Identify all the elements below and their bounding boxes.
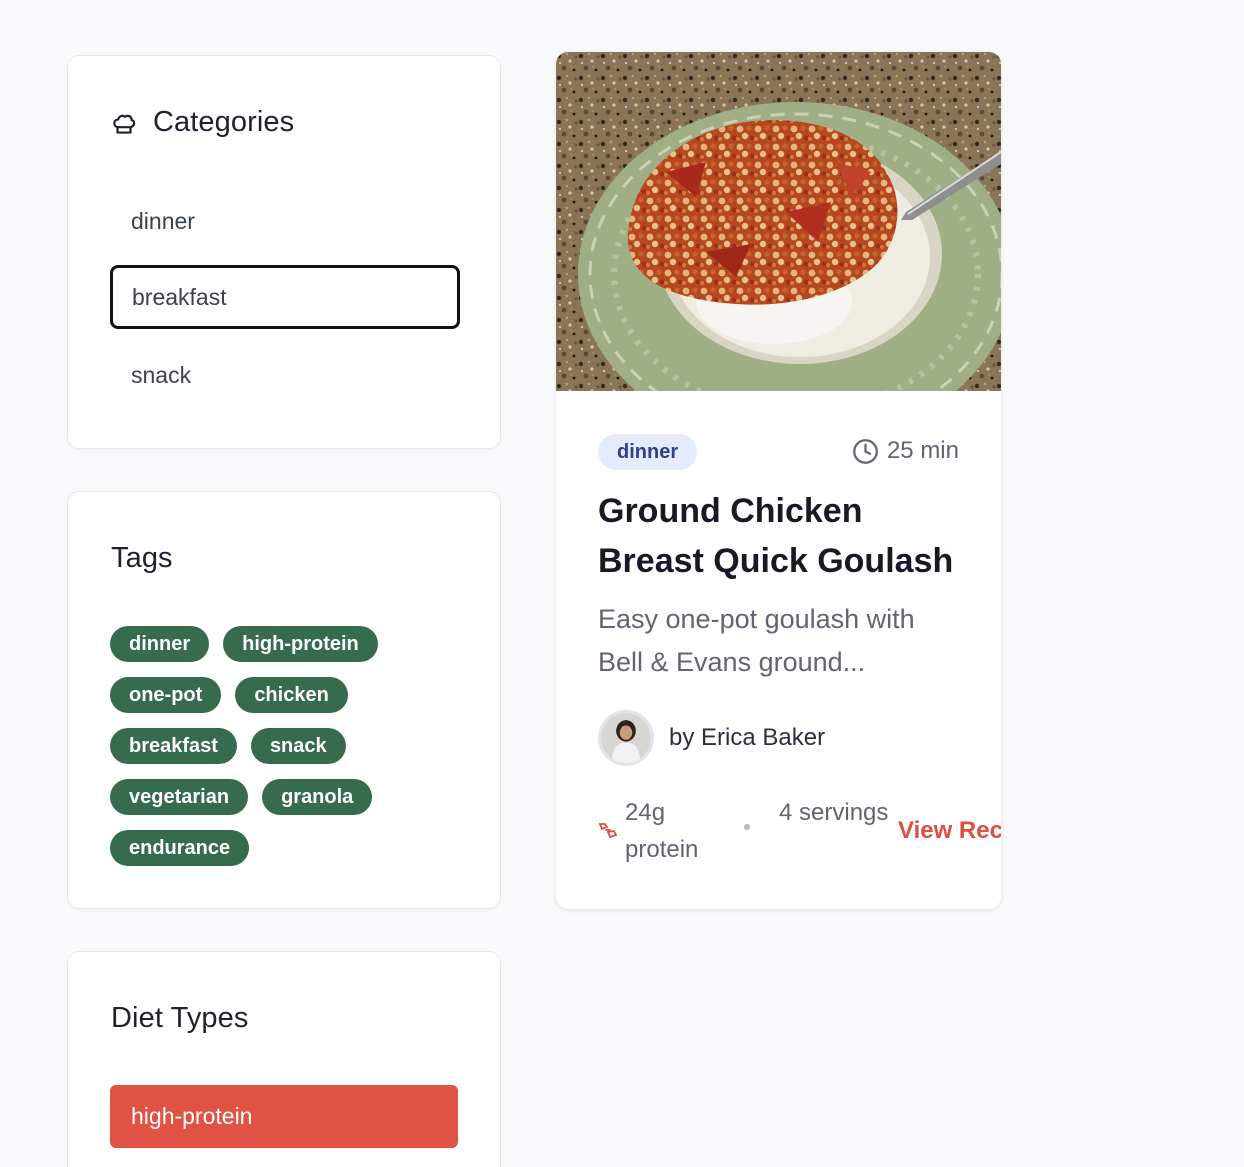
recipe-card[interactable]: dinner 25 min Ground Chicken Breast Quic… <box>556 52 1001 909</box>
clock-icon <box>853 438 878 464</box>
tag-one-pot[interactable]: one-pot <box>110 677 222 713</box>
recipe-protein: 24g protein <box>625 799 699 863</box>
category-item-breakfast[interactable]: breakfast <box>110 265 460 329</box>
recipe-title[interactable]: Ground Chicken Breast Quick Goulash <box>598 486 970 586</box>
tag-granola[interactable]: granola <box>262 779 373 815</box>
diet-type-item-high-protein[interactable]: high-protein <box>110 1085 458 1148</box>
recipe-servings: 4 servings <box>779 799 889 826</box>
author-name: by Erica Baker <box>669 724 826 751</box>
tags-title: Tags <box>111 542 173 574</box>
protein-icon <box>598 823 618 839</box>
tag-high-protein[interactable]: high-protein <box>223 626 378 662</box>
author-avatar-image <box>601 713 651 763</box>
meta-separator-dot <box>744 824 750 830</box>
tag-list: dinner high-protein one-pot chicken brea… <box>110 626 470 866</box>
diet-types-panel: Diet Types high-protein <box>67 951 501 1167</box>
diet-types-title: Diet Types <box>111 1002 249 1034</box>
categories-panel: Categories dinner breakfast snack <box>67 55 501 449</box>
tag-breakfast[interactable]: breakfast <box>110 728 237 764</box>
recipe-category-badge: dinner <box>598 434 698 470</box>
tag-chicken[interactable]: chicken <box>235 677 348 713</box>
view-recipe-link[interactable]: View Rec <box>898 817 1001 845</box>
recipe-time-label: 25 min <box>886 437 959 464</box>
categories-title: Categories <box>153 106 295 138</box>
tag-vegetarian[interactable]: vegetarian <box>110 779 249 815</box>
tags-panel: Tags dinner high-protein one-pot chicken… <box>67 491 501 909</box>
tag-snack[interactable]: snack <box>250 728 346 764</box>
tag-endurance[interactable]: endurance <box>110 830 250 866</box>
recipe-time: 25 min <box>852 437 959 465</box>
category-item-dinner[interactable]: dinner <box>110 189 460 253</box>
tag-dinner[interactable]: dinner <box>110 626 210 662</box>
author-avatar <box>598 710 654 766</box>
recipe-description: Easy one-pot goulash with Bell & Evans g… <box>598 604 915 677</box>
recipe-photo <box>556 52 1001 391</box>
chef-hat-icon <box>113 114 136 134</box>
category-item-snack[interactable]: snack <box>110 343 460 407</box>
recipe-meta: 24g protein 4 servings View Rec <box>598 794 1001 870</box>
